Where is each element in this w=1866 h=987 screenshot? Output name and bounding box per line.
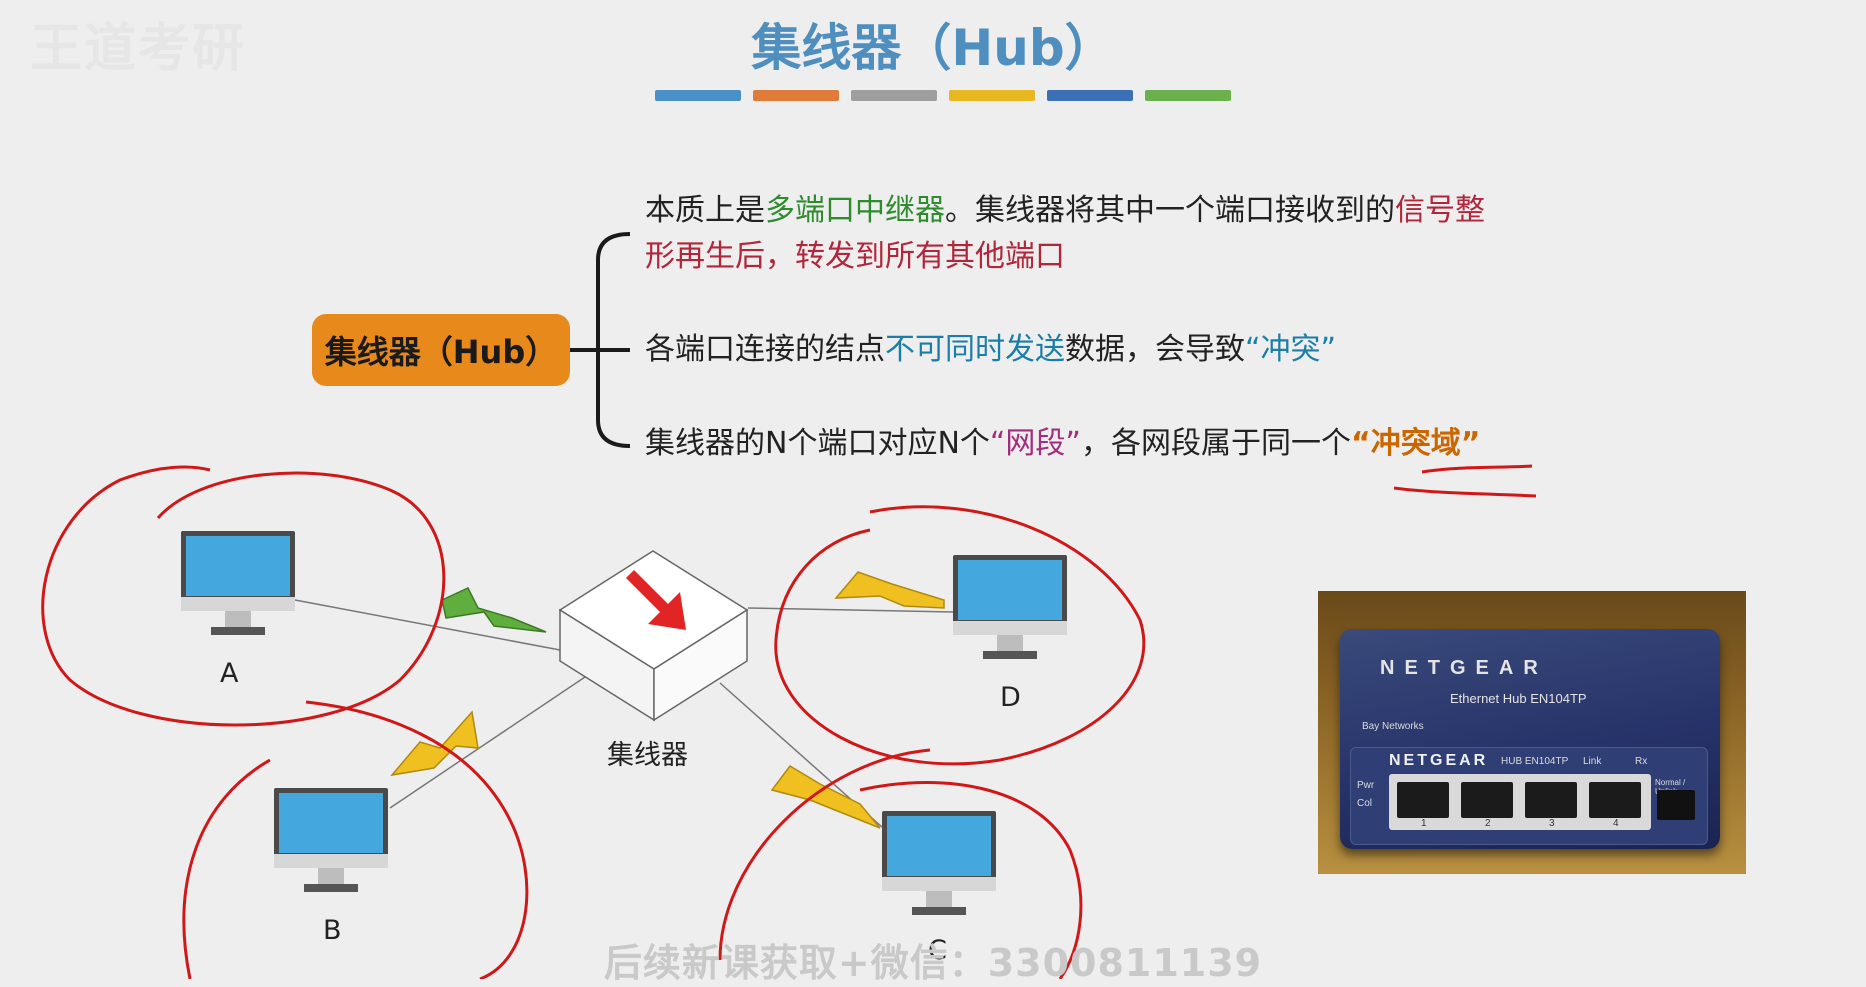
underline-annotation-2 — [1393, 486, 1537, 498]
circle-annotation-a — [41, 465, 446, 727]
circle-annotation-d — [774, 505, 1146, 766]
underline-annotation — [1421, 464, 1533, 474]
red-annotations — [41, 464, 1537, 979]
